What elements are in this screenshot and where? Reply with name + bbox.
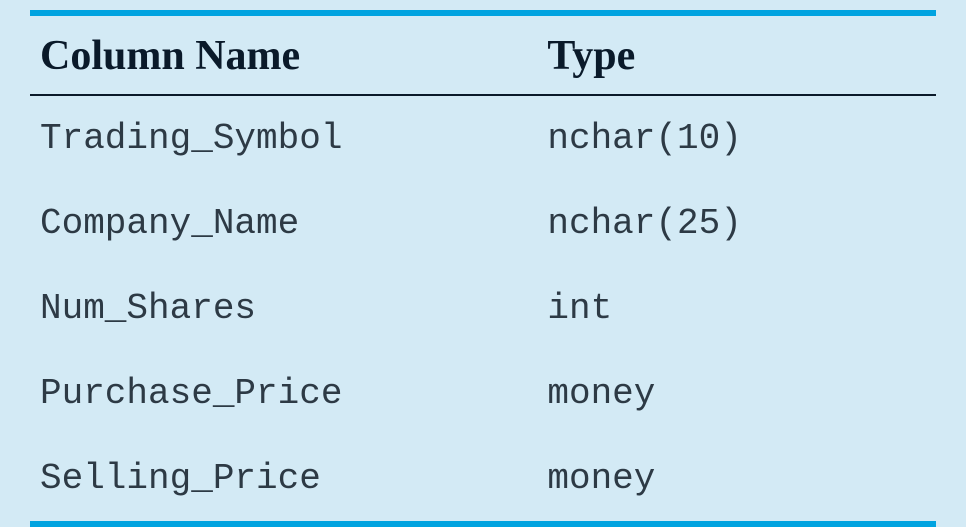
cell-column-type: money bbox=[537, 351, 936, 436]
cell-column-name: Trading_Symbol bbox=[30, 95, 537, 181]
header-column-name: Column Name bbox=[30, 13, 537, 95]
cell-column-type: money bbox=[537, 436, 936, 524]
cell-column-name: Num_Shares bbox=[30, 266, 537, 351]
table-row: Trading_Symbol nchar(10) bbox=[30, 95, 936, 181]
table-row: Company_Name nchar(25) bbox=[30, 181, 936, 266]
cell-column-type: nchar(25) bbox=[537, 181, 936, 266]
table-row: Num_Shares int bbox=[30, 266, 936, 351]
cell-column-name: Purchase_Price bbox=[30, 351, 537, 436]
table-header-row: Column Name Type bbox=[30, 13, 936, 95]
cell-column-name: Selling_Price bbox=[30, 436, 537, 524]
schema-table: Column Name Type Trading_Symbol nchar(10… bbox=[30, 10, 936, 527]
table-row: Purchase_Price money bbox=[30, 351, 936, 436]
cell-column-type: nchar(10) bbox=[537, 95, 936, 181]
cell-column-type: int bbox=[537, 266, 936, 351]
table-row: Selling_Price money bbox=[30, 436, 936, 524]
cell-column-name: Company_Name bbox=[30, 181, 537, 266]
header-column-type: Type bbox=[537, 13, 936, 95]
